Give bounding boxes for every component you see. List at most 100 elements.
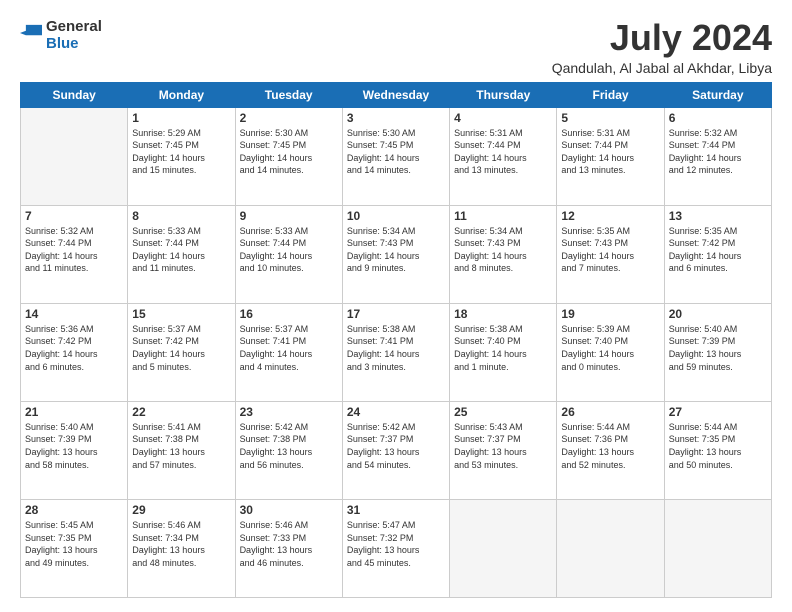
calendar-cell: 3 Sunrise: 5:30 AMSunset: 7:45 PMDaylight… bbox=[342, 107, 449, 205]
day-info: Sunrise: 5:34 AMSunset: 7:43 PMDaylight:… bbox=[347, 225, 445, 275]
day-number: 8 bbox=[132, 209, 230, 223]
day-number: 1 bbox=[132, 111, 230, 125]
calendar-cell: 16 Sunrise: 5:37 AMSunset: 7:41 PMDayligh… bbox=[235, 303, 342, 401]
calendar-cell: 2 Sunrise: 5:30 AMSunset: 7:45 PMDaylight… bbox=[235, 107, 342, 205]
calendar-cell: 19 Sunrise: 5:39 AMSunset: 7:40 PMDayligh… bbox=[557, 303, 664, 401]
day-number: 9 bbox=[240, 209, 338, 223]
logo-line1: General bbox=[46, 18, 102, 35]
calendar-week-row: 28 Sunrise: 5:45 AMSunset: 7:35 PMDayligh… bbox=[21, 499, 772, 597]
day-info: Sunrise: 5:33 AMSunset: 7:44 PMDaylight:… bbox=[132, 225, 230, 275]
day-number: 28 bbox=[25, 503, 123, 517]
day-info: Sunrise: 5:32 AMSunset: 7:44 PMDaylight:… bbox=[25, 225, 123, 275]
day-info: Sunrise: 5:37 AMSunset: 7:41 PMDaylight:… bbox=[240, 323, 338, 373]
calendar-cell: 13 Sunrise: 5:35 AMSunset: 7:42 PMDayligh… bbox=[664, 205, 771, 303]
day-info: Sunrise: 5:41 AMSunset: 7:38 PMDaylight:… bbox=[132, 421, 230, 471]
calendar-cell: 26 Sunrise: 5:44 AMSunset: 7:36 PMDayligh… bbox=[557, 401, 664, 499]
day-number: 10 bbox=[347, 209, 445, 223]
day-number: 4 bbox=[454, 111, 552, 125]
day-number: 16 bbox=[240, 307, 338, 321]
calendar-cell: 27 Sunrise: 5:44 AMSunset: 7:35 PMDayligh… bbox=[664, 401, 771, 499]
calendar-cell: 21Sunrise: 5:40 AMSunset: 7:39 PMDayligh… bbox=[21, 401, 128, 499]
day-info: Sunrise: 5:38 AMSunset: 7:41 PMDaylight:… bbox=[347, 323, 445, 373]
day-number: 14 bbox=[25, 307, 123, 321]
day-number: 5 bbox=[561, 111, 659, 125]
day-info: Sunrise: 5:36 AMSunset: 7:42 PMDaylight:… bbox=[25, 323, 123, 373]
day-info: Sunrise: 5:42 AMSunset: 7:38 PMDaylight:… bbox=[240, 421, 338, 471]
logo-icon bbox=[20, 24, 42, 42]
day-info: Sunrise: 5:35 AMSunset: 7:42 PMDaylight:… bbox=[669, 225, 767, 275]
day-number: 17 bbox=[347, 307, 445, 321]
day-info: Sunrise: 5:44 AMSunset: 7:36 PMDaylight:… bbox=[561, 421, 659, 471]
calendar-table: SundayMondayTuesdayWednesdayThursdayFrid… bbox=[20, 82, 772, 598]
day-number: 26 bbox=[561, 405, 659, 419]
day-info: Sunrise: 5:42 AMSunset: 7:37 PMDaylight:… bbox=[347, 421, 445, 471]
day-number: 30 bbox=[240, 503, 338, 517]
day-number: 27 bbox=[669, 405, 767, 419]
calendar-cell: 24 Sunrise: 5:42 AMSunset: 7:37 PMDayligh… bbox=[342, 401, 449, 499]
main-title: July 2024 bbox=[552, 18, 772, 58]
day-number: 6 bbox=[669, 111, 767, 125]
calendar-cell: 30 Sunrise: 5:46 AMSunset: 7:33 PMDayligh… bbox=[235, 499, 342, 597]
day-number: 11 bbox=[454, 209, 552, 223]
calendar-cell: 4 Sunrise: 5:31 AMSunset: 7:44 PMDaylight… bbox=[450, 107, 557, 205]
day-number: 2 bbox=[240, 111, 338, 125]
day-info: Sunrise: 5:30 AMSunset: 7:45 PMDaylight:… bbox=[240, 127, 338, 177]
day-info: Sunrise: 5:31 AMSunset: 7:44 PMDaylight:… bbox=[454, 127, 552, 177]
calendar-week-row: 1 Sunrise: 5:29 AMSunset: 7:45 PMDaylight… bbox=[21, 107, 772, 205]
day-number: 29 bbox=[132, 503, 230, 517]
day-number: 21 bbox=[25, 405, 123, 419]
day-number: 24 bbox=[347, 405, 445, 419]
calendar-cell bbox=[557, 499, 664, 597]
subtitle: Qandulah, Al Jabal al Akhdar, Libya bbox=[552, 60, 772, 76]
logo-line2: Blue bbox=[46, 35, 102, 52]
day-info: Sunrise: 5:47 AMSunset: 7:32 PMDaylight:… bbox=[347, 519, 445, 569]
calendar-cell: 14 Sunrise: 5:36 AMSunset: 7:42 PMDayligh… bbox=[21, 303, 128, 401]
calendar-cell: 18 Sunrise: 5:38 AMSunset: 7:40 PMDayligh… bbox=[450, 303, 557, 401]
weekday-header: Thursday bbox=[450, 82, 557, 107]
calendar-cell: 10 Sunrise: 5:34 AMSunset: 7:43 PMDayligh… bbox=[342, 205, 449, 303]
day-info: Sunrise: 5:33 AMSunset: 7:44 PMDaylight:… bbox=[240, 225, 338, 275]
day-info: Sunrise: 5:30 AMSunset: 7:45 PMDaylight:… bbox=[347, 127, 445, 177]
day-info: Sunrise: 5:38 AMSunset: 7:40 PMDaylight:… bbox=[454, 323, 552, 373]
page: General Blue July 2024 Qandulah, Al Jaba… bbox=[0, 0, 792, 612]
day-info: Sunrise: 5:34 AMSunset: 7:43 PMDaylight:… bbox=[454, 225, 552, 275]
day-number: 3 bbox=[347, 111, 445, 125]
day-number: 19 bbox=[561, 307, 659, 321]
day-info: Sunrise: 5:29 AMSunset: 7:45 PMDaylight:… bbox=[132, 127, 230, 177]
calendar-cell: 7 Sunrise: 5:32 AMSunset: 7:44 PMDaylight… bbox=[21, 205, 128, 303]
day-info: Sunrise: 5:40 AMSunset: 7:39 PMDaylight:… bbox=[669, 323, 767, 373]
day-info: Sunrise: 5:39 AMSunset: 7:40 PMDaylight:… bbox=[561, 323, 659, 373]
day-number: 20 bbox=[669, 307, 767, 321]
calendar-week-row: 14 Sunrise: 5:36 AMSunset: 7:42 PMDayligh… bbox=[21, 303, 772, 401]
day-number: 13 bbox=[669, 209, 767, 223]
day-number: 25 bbox=[454, 405, 552, 419]
calendar-cell: 5 Sunrise: 5:31 AMSunset: 7:44 PMDaylight… bbox=[557, 107, 664, 205]
logo: General Blue bbox=[20, 18, 102, 53]
day-info: Sunrise: 5:44 AMSunset: 7:35 PMDaylight:… bbox=[669, 421, 767, 471]
day-info: Sunrise: 5:37 AMSunset: 7:42 PMDaylight:… bbox=[132, 323, 230, 373]
calendar-cell: 20 Sunrise: 5:40 AMSunset: 7:39 PMDayligh… bbox=[664, 303, 771, 401]
day-number: 18 bbox=[454, 307, 552, 321]
calendar-cell: 11 Sunrise: 5:34 AMSunset: 7:43 PMDayligh… bbox=[450, 205, 557, 303]
weekday-header: Monday bbox=[128, 82, 235, 107]
day-number: 15 bbox=[132, 307, 230, 321]
calendar-week-row: 21Sunrise: 5:40 AMSunset: 7:39 PMDayligh… bbox=[21, 401, 772, 499]
weekday-header: Friday bbox=[557, 82, 664, 107]
calendar-cell: 23Sunrise: 5:42 AMSunset: 7:38 PMDayligh… bbox=[235, 401, 342, 499]
calendar-cell: 15 Sunrise: 5:37 AMSunset: 7:42 PMDayligh… bbox=[128, 303, 235, 401]
calendar-cell: 8 Sunrise: 5:33 AMSunset: 7:44 PMDaylight… bbox=[128, 205, 235, 303]
calendar-cell: 17 Sunrise: 5:38 AMSunset: 7:41 PMDayligh… bbox=[342, 303, 449, 401]
weekday-header: Sunday bbox=[21, 82, 128, 107]
day-info: Sunrise: 5:45 AMSunset: 7:35 PMDaylight:… bbox=[25, 519, 123, 569]
day-info: Sunrise: 5:35 AMSunset: 7:43 PMDaylight:… bbox=[561, 225, 659, 275]
day-info: Sunrise: 5:46 AMSunset: 7:34 PMDaylight:… bbox=[132, 519, 230, 569]
day-info: Sunrise: 5:43 AMSunset: 7:37 PMDaylight:… bbox=[454, 421, 552, 471]
calendar-cell: 28 Sunrise: 5:45 AMSunset: 7:35 PMDayligh… bbox=[21, 499, 128, 597]
day-number: 7 bbox=[25, 209, 123, 223]
header: General Blue July 2024 Qandulah, Al Jaba… bbox=[20, 18, 772, 76]
calendar-week-row: 7 Sunrise: 5:32 AMSunset: 7:44 PMDaylight… bbox=[21, 205, 772, 303]
calendar-cell: 29 Sunrise: 5:46 AMSunset: 7:34 PMDayligh… bbox=[128, 499, 235, 597]
day-info: Sunrise: 5:46 AMSunset: 7:33 PMDaylight:… bbox=[240, 519, 338, 569]
day-info: Sunrise: 5:31 AMSunset: 7:44 PMDaylight:… bbox=[561, 127, 659, 177]
calendar-cell: 12Sunrise: 5:35 AMSunset: 7:43 PMDayligh… bbox=[557, 205, 664, 303]
